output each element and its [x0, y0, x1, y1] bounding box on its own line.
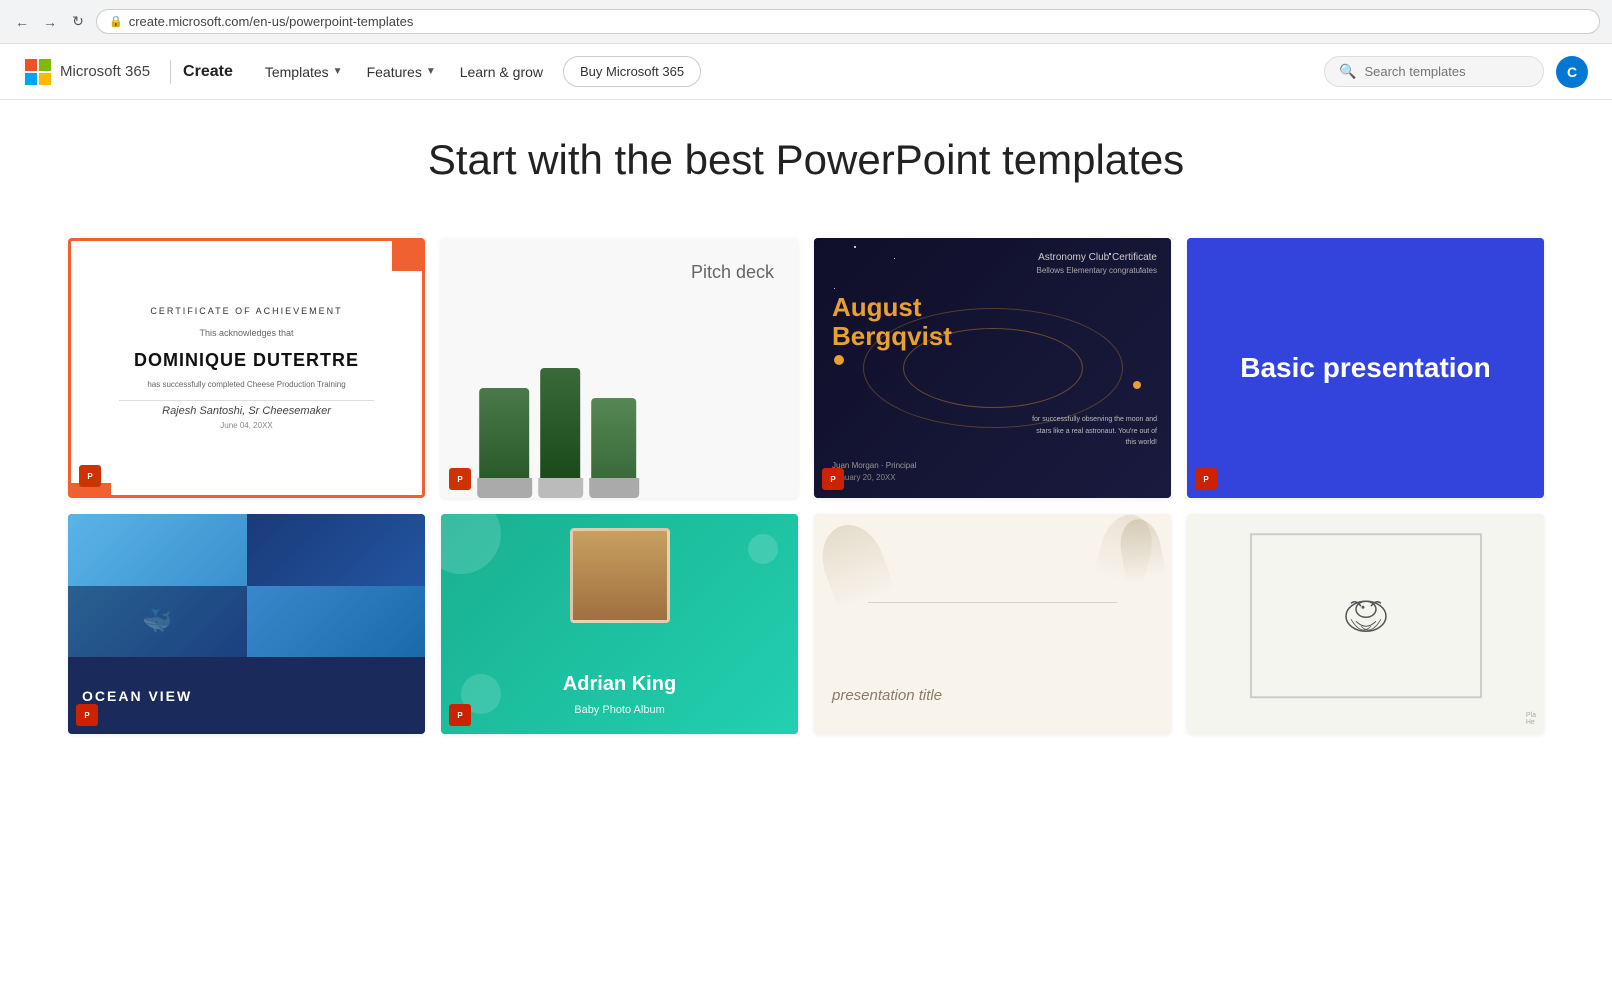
template-card-basic[interactable]: Basic presentation P	[1187, 238, 1544, 498]
astronomy-subtitle: Bellows Elementary congratulates	[1036, 266, 1157, 275]
ocean-label-bar: OCEAN VIEW	[68, 657, 425, 734]
astronomy-signatory: Juan Morgan · Principal	[832, 461, 916, 470]
card-preview: 🐳 OCEAN VIEW	[68, 514, 425, 734]
forward-button[interactable]: →	[40, 12, 60, 32]
bird-frame	[1249, 533, 1481, 698]
template-card-astronomy[interactable]: Astronomy Club Certificate Bellows Eleme…	[814, 238, 1171, 498]
astronomy-name: August Bergqvist	[832, 293, 952, 350]
cert-date: June 04, 20XX	[220, 421, 272, 430]
ms-logo-icon	[24, 58, 52, 86]
templates-label: Templates	[265, 64, 329, 80]
refresh-button[interactable]: ↻	[68, 12, 88, 32]
nav-divider	[170, 60, 171, 84]
template-card-ocean[interactable]: 🐳 OCEAN VIEW P	[68, 514, 425, 734]
search-bar[interactable]: 🔍	[1324, 56, 1544, 87]
brand-name: Microsoft 365	[60, 63, 150, 80]
templates-chevron: ▼	[333, 66, 343, 77]
features-chevron: ▼	[426, 66, 436, 77]
star2	[894, 258, 895, 259]
cert-signature: Rajesh Santoshi, Sr Cheesemaker	[119, 400, 374, 417]
baby-circle-3	[748, 534, 778, 564]
cert-header: CERTIFICATE OF ACHIEVEMENT	[150, 306, 342, 316]
search-icon: 🔍	[1339, 63, 1356, 80]
planet2	[1133, 381, 1141, 389]
cert-acknowledgment: This acknowledges that	[199, 328, 293, 338]
astronomy-description: for successfully observing the moon ands…	[1032, 414, 1157, 448]
branch-line	[868, 602, 1118, 603]
planet1	[834, 355, 844, 365]
buy-ms365-button[interactable]: Buy Microsoft 365	[563, 56, 701, 87]
lock-icon: 🔒	[109, 15, 123, 28]
baby-circle-1	[441, 514, 501, 574]
baby-photo	[570, 528, 670, 623]
astronomy-title: Astronomy Club Certificate	[1038, 252, 1157, 263]
ocean-cell-2	[247, 514, 426, 586]
card-preview: Astronomy Club Certificate Bellows Eleme…	[814, 238, 1171, 498]
url-bar[interactable]: 🔒 create.microsoft.com/en-us/powerpoint-…	[96, 9, 1600, 34]
page-title: Start with the best PowerPoint templates	[0, 100, 1612, 214]
cert-name: DOMINIQUE DUTERTRE	[134, 350, 359, 371]
template-card-pitchdeck[interactable]: Pitch deck P	[441, 238, 798, 498]
card-preview: presentation title	[814, 514, 1171, 734]
card-preview: PlaHe	[1187, 514, 1544, 734]
pitch-plants-group	[477, 368, 763, 498]
cert-description: has successfully completed Cheese Produc…	[147, 379, 345, 390]
template-card-baby[interactable]: Adrian King Baby Photo Album P	[441, 514, 798, 734]
create-link[interactable]: Create	[183, 63, 233, 81]
card-preview: Adrian King Baby Photo Album	[441, 514, 798, 734]
baby-subtitle: Baby Photo Album	[441, 704, 798, 716]
card-preview: CERTIFICATE OF ACHIEVEMENT This acknowle…	[71, 241, 422, 495]
card-preview: Pitch deck	[441, 238, 798, 498]
nature-title: presentation title	[832, 687, 942, 704]
template-card-nature[interactable]: presentation title	[814, 514, 1171, 734]
back-button[interactable]: ←	[12, 12, 32, 32]
ppt-badge: P	[1195, 468, 1217, 490]
ocean-cell-3: 🐳	[68, 586, 247, 658]
templates-menu[interactable]: Templates ▼	[253, 56, 355, 88]
ocean-cell-1	[68, 514, 247, 586]
template-card-bird[interactable]: PlaHe	[1187, 514, 1544, 734]
star4	[834, 288, 835, 289]
ocean-photo-grid: 🐳	[68, 514, 425, 657]
baby-name: Adrian King	[441, 673, 798, 696]
pitch-deck-title: Pitch deck	[691, 262, 774, 283]
ppt-badge: P	[76, 704, 98, 726]
cert-corner-accent	[392, 241, 422, 271]
features-label: Features	[367, 64, 422, 80]
bird-plan-label: PlaHe	[1526, 712, 1536, 726]
search-input[interactable]	[1364, 64, 1529, 79]
card-preview: Basic presentation	[1187, 238, 1544, 498]
ppt-badge: P	[449, 468, 471, 490]
ocean-label-text: OCEAN VIEW	[82, 688, 192, 704]
learn-grow-link[interactable]: Learn & grow	[448, 56, 555, 88]
bird-svg	[1330, 581, 1400, 651]
ppt-badge: P	[79, 465, 101, 487]
url-text: create.microsoft.com/en-us/powerpoint-te…	[129, 14, 414, 29]
ms-logo[interactable]: Microsoft 365	[24, 58, 150, 86]
ppt-badge: P	[449, 704, 471, 726]
ppt-badge: P	[822, 468, 844, 490]
features-menu[interactable]: Features ▼	[355, 56, 448, 88]
basic-presentation-text: Basic presentation	[1240, 351, 1491, 385]
ocean-cell-4	[247, 586, 426, 658]
browser-chrome: ← → ↻ 🔒 create.microsoft.com/en-us/power…	[0, 0, 1612, 44]
learn-grow-label: Learn & grow	[460, 64, 543, 80]
profile-avatar[interactable]: C	[1556, 56, 1588, 88]
template-card-certificate[interactable]: CERTIFICATE OF ACHIEVEMENT This acknowle…	[68, 238, 425, 498]
main-nav: Microsoft 365 Create Templates ▼ Feature…	[0, 44, 1612, 100]
star1	[854, 246, 856, 248]
template-grid: photography PORTFOLIO SELECTED WORK P ⬛⬛…	[0, 214, 1612, 742]
